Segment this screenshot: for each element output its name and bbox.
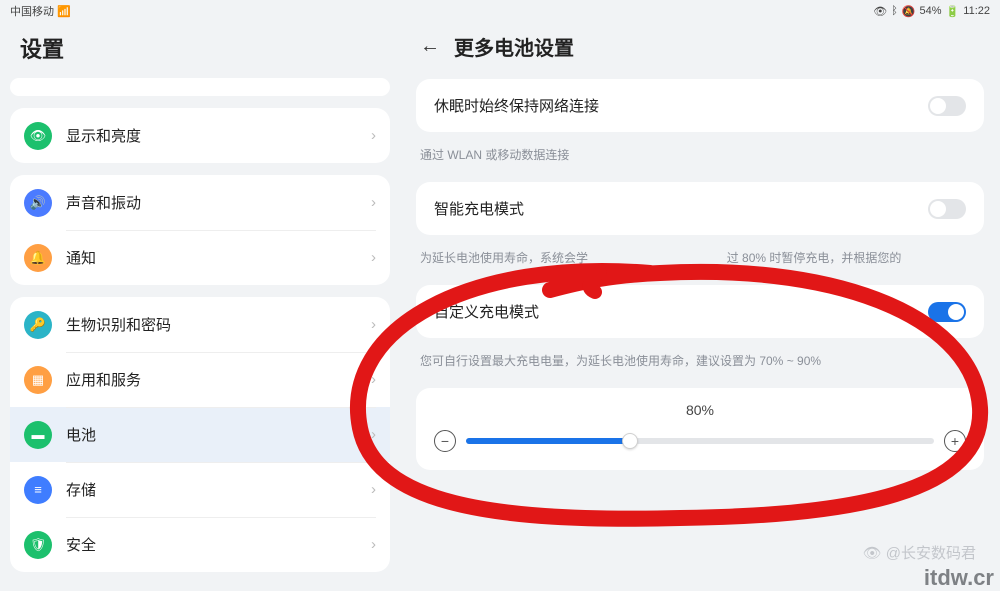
shield-icon: 🛡 (24, 531, 52, 559)
eye-icon: 👁 (24, 122, 52, 150)
nav-label: 通知 (66, 247, 96, 268)
status-carrier: 中国移动 📶 (10, 3, 71, 19)
increase-button[interactable]: + (944, 430, 966, 452)
chevron-right-icon: › (371, 371, 376, 388)
nav-label: 声音和振动 (66, 192, 141, 213)
nav-apps[interactable]: ▦ 应用和服务 › (10, 352, 390, 407)
setting-desc: 通过 WLAN 或移动数据连接 (416, 138, 984, 182)
setting-title: 自定义充电模式 (434, 301, 539, 322)
weibo-watermark: 👁 @长安数码君 (863, 542, 976, 563)
eye-icon: 👁 (873, 5, 887, 18)
bell-icon: 🔔 (24, 244, 52, 272)
nav-label: 显示和亮度 (66, 125, 141, 146)
key-icon: 🔑 (24, 311, 52, 339)
setting-desc: 您可自行设置最大充电电量，为延长电池使用寿命，建议设置为 70% ~ 90% (416, 344, 984, 388)
nav-label: 生物识别和密码 (66, 314, 171, 335)
storage-icon: ≡ (24, 476, 52, 504)
chevron-right-icon: › (371, 249, 376, 266)
nav-display[interactable]: 👁 显示和亮度 › (10, 108, 390, 163)
nav-label: 存储 (66, 479, 96, 500)
slider-value: 80% (434, 402, 966, 418)
nav-label: 应用和服务 (66, 369, 141, 390)
speaker-icon: 🔊 (24, 189, 52, 217)
nav-biometrics[interactable]: 🔑 生物识别和密码 › (10, 297, 390, 352)
site-watermark: itdw.cr (924, 565, 994, 591)
settings-nav: 设置 👁 显示和亮度 › 🔊 声音和振动 › 🔔 通知 › 🔑 (0, 22, 400, 591)
setting-sleep-network: 休眠时始终保持网络连接 (416, 79, 984, 132)
slider-track[interactable] (466, 438, 934, 444)
charge-limit-slider-card: 80% − + (416, 388, 984, 470)
slider-thumb[interactable] (622, 433, 638, 449)
signal-icon: 📶 (57, 6, 71, 18)
setting-custom-charge: 自定义充电模式 (416, 285, 984, 338)
setting-title: 休眠时始终保持网络连接 (434, 95, 599, 116)
setting-desc: 为延长电池使用寿命，系统会学 过 80% 时暂停充电，并根据您的 (416, 241, 984, 285)
battery-icon: ▬ (24, 421, 52, 449)
detail-pane: ← 更多电池设置 休眠时始终保持网络连接 通过 WLAN 或移动数据连接 智能充… (400, 22, 1000, 591)
apps-icon: ▦ (24, 366, 52, 394)
mute-icon: 🔕 (902, 5, 916, 18)
settings-title: 设置 (10, 22, 390, 78)
chevron-right-icon: › (371, 127, 376, 144)
slider-fill (466, 438, 630, 444)
nav-sound[interactable]: 🔊 声音和振动 › (10, 175, 390, 230)
toggle-custom-charge[interactable] (928, 302, 966, 322)
chevron-right-icon: › (371, 481, 376, 498)
setting-title: 智能充电模式 (434, 198, 524, 219)
battery-icon: 🔋 (946, 5, 960, 18)
clock: 11:22 (963, 5, 990, 17)
toggle-sleep-network[interactable] (928, 96, 966, 116)
nav-battery[interactable]: ▬ 电池 › (10, 407, 390, 462)
chevron-right-icon: › (371, 536, 376, 553)
page-title: 更多电池设置 (454, 32, 574, 61)
nav-label: 电池 (66, 424, 96, 445)
status-bar: 中国移动 📶 👁 ᛒ 🔕 54% 🔋 11:22 (0, 0, 1000, 22)
battery-percent: 54% (920, 5, 942, 17)
chevron-right-icon: › (371, 316, 376, 333)
weibo-icon: 👁 (863, 544, 882, 562)
prev-card-peek[interactable] (10, 78, 390, 96)
nav-storage[interactable]: ≡ 存储 › (10, 462, 390, 517)
chevron-right-icon: › (371, 194, 376, 211)
toggle-smart-charge[interactable] (928, 199, 966, 219)
decrease-button[interactable]: − (434, 430, 456, 452)
nav-notifications[interactable]: 🔔 通知 › (10, 230, 390, 285)
nav-label: 安全 (66, 534, 96, 555)
setting-smart-charge: 智能充电模式 (416, 182, 984, 235)
chevron-right-icon: › (371, 426, 376, 443)
back-button[interactable]: ← (420, 35, 440, 58)
bluetooth-icon: ᛒ (891, 5, 898, 17)
nav-security[interactable]: 🛡 安全 › (10, 517, 390, 572)
